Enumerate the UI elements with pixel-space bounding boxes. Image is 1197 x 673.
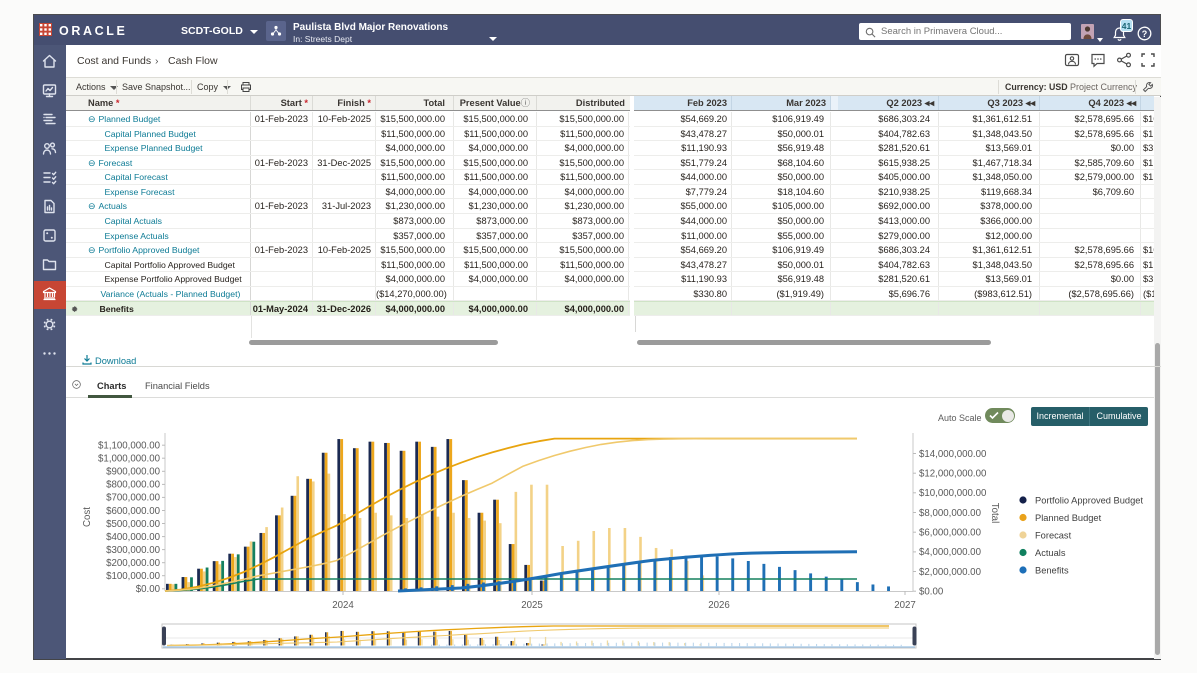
svg-text:$400,000.00: $400,000.00 [106, 532, 160, 543]
svg-text:Actuals: Actuals [1035, 548, 1066, 558]
svg-text:$10,000,000.00: $10,000,000.00 [919, 488, 987, 499]
svg-text:$900,000.00: $900,000.00 [106, 467, 160, 478]
svg-text:$2,000,000.00: $2,000,000.00 [919, 567, 982, 578]
svg-text:$1,100,000.00: $1,100,000.00 [98, 441, 161, 452]
svg-text:$1,000,000.00: $1,000,000.00 [98, 454, 161, 465]
svg-text:2026: 2026 [708, 600, 730, 611]
svg-text:$4,000,000.00: $4,000,000.00 [919, 547, 982, 558]
svg-text:$800,000.00: $800,000.00 [106, 480, 160, 491]
svg-text:$300,000.00: $300,000.00 [106, 545, 160, 556]
svg-text:2024: 2024 [332, 600, 354, 611]
svg-text:$0.00: $0.00 [919, 587, 944, 598]
svg-text:$6,000,000.00: $6,000,000.00 [919, 528, 982, 539]
svg-text:Benefits: Benefits [1035, 565, 1069, 575]
svg-text:$200,000.00: $200,000.00 [106, 558, 160, 569]
svg-text:?: ? [1142, 29, 1148, 39]
svg-text:Cost: Cost [82, 507, 93, 527]
svg-text:$14,000,000.00: $14,000,000.00 [919, 449, 987, 460]
svg-text:$12,000,000.00: $12,000,000.00 [919, 469, 987, 480]
svg-text:$600,000.00: $600,000.00 [106, 506, 160, 517]
svg-text:$0.00: $0.00 [136, 584, 161, 595]
svg-text:$500,000.00: $500,000.00 [106, 519, 160, 530]
svg-text:2027: 2027 [894, 600, 916, 611]
svg-text:$700,000.00: $700,000.00 [106, 493, 160, 504]
svg-text:$8,000,000.00: $8,000,000.00 [919, 508, 982, 519]
svg-text:Planned Budget: Planned Budget [1035, 513, 1102, 523]
svg-text:Total: Total [989, 503, 1000, 523]
svg-text:Forecast: Forecast [1035, 530, 1072, 540]
svg-text:Portfolio Approved Budget: Portfolio Approved Budget [1035, 495, 1143, 505]
svg-text:2025: 2025 [521, 600, 543, 611]
svg-text:$100,000.00: $100,000.00 [106, 571, 160, 582]
